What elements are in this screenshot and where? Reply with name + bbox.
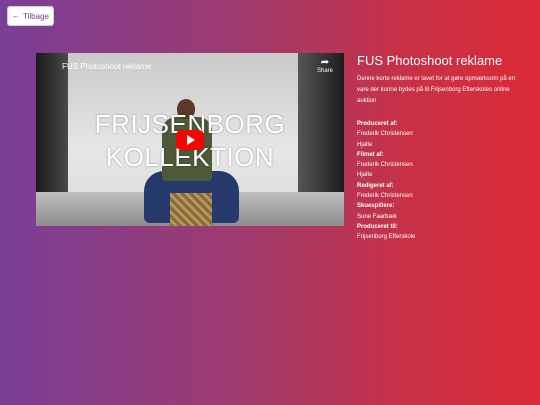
credit-filmed-by-name: Frederik Christensen — [357, 162, 413, 169]
credit-actors-heading: Skuespillere: — [357, 203, 395, 210]
credit-actor-name: Sune Faarbæk — [357, 213, 397, 220]
credit-produced-by-heading: Produceret af: — [357, 121, 398, 127]
video-player[interactable]: FUS Photoshoot reklame ➦ Share FRIJSENBO… — [36, 53, 344, 226]
credit-produced-for-name: Frijsenborg Efterskole — [357, 234, 416, 241]
credit-edited-by-heading: Redigeret af: — [357, 182, 394, 189]
share-label: Share — [316, 68, 333, 74]
video-thumbnail-stool — [170, 193, 212, 226]
video-description: Denne korte reklame er lavet for at gøre… — [357, 76, 516, 104]
share-button[interactable]: ➦ Share — [316, 57, 333, 75]
video-title[interactable]: FUS Photoshoot reklame — [62, 62, 151, 71]
credit-edited-by-name: Frederik Christensen — [357, 193, 413, 200]
play-button[interactable] — [176, 130, 204, 150]
arrow-left-icon: ← — [12, 11, 21, 20]
credit-filmed-by-heading: Filmet af: — [357, 151, 384, 158]
credit-produced-by-name: Frederik Christensen — [357, 131, 413, 138]
back-button[interactable]: ← Tilbage — [7, 6, 54, 26]
credits: Produceret af: Frederik Christensen Hjal… — [357, 119, 527, 243]
back-button-label: Tilbage — [23, 11, 49, 21]
share-icon: ➦ — [320, 57, 330, 68]
play-icon — [187, 135, 195, 145]
credit-produced-by-name: Hjalte — [357, 141, 373, 148]
credit-filmed-by-name: Hjalte — [357, 172, 373, 179]
video-info: FUS Photoshoot reklame Denne korte rekla… — [357, 53, 527, 243]
credit-produced-for-heading: Produceret til: — [357, 223, 398, 230]
page-title: FUS Photoshoot reklame — [357, 53, 503, 68]
